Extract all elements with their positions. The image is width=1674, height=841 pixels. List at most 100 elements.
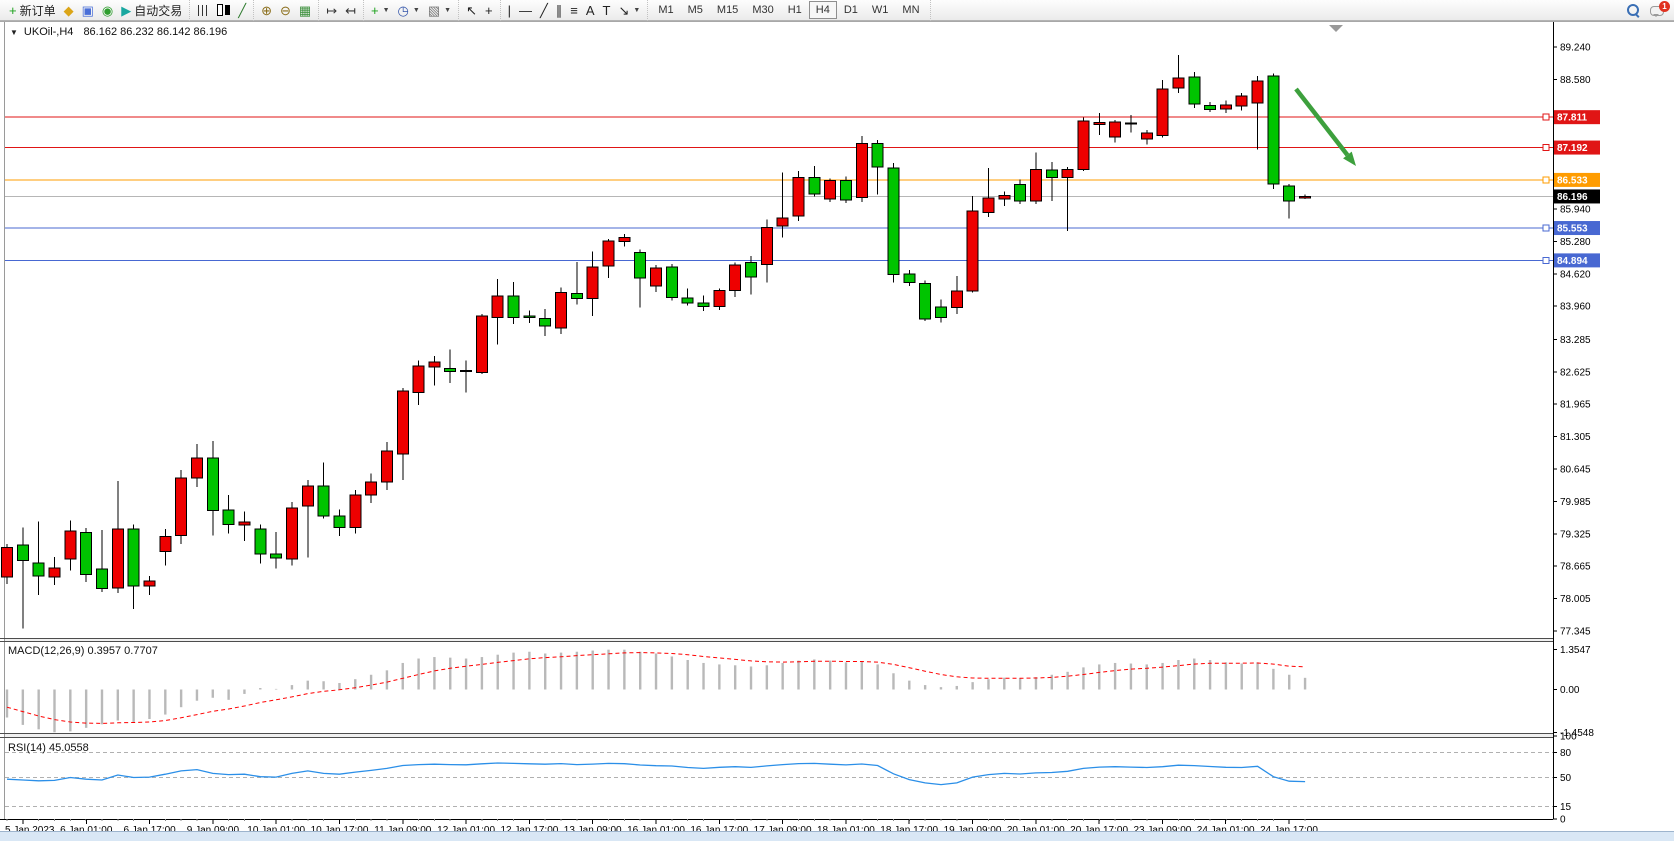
macd-panel: 1.35470.00-1.4548 bbox=[6, 645, 1595, 739]
svg-text:1.3547: 1.3547 bbox=[1560, 645, 1591, 656]
timeframe-m1[interactable]: M1 bbox=[651, 1, 680, 19]
cursor-button[interactable]: ↖ bbox=[462, 1, 481, 20]
timeframe-mn[interactable]: MN bbox=[895, 1, 926, 19]
chart-shift-button[interactable]: ↤ bbox=[341, 1, 360, 20]
line-chart-button[interactable]: ╱ bbox=[234, 1, 250, 20]
zoom-in-button[interactable]: ⊕ bbox=[257, 1, 276, 20]
zoom-out-icon: ⊖ bbox=[280, 4, 291, 17]
timeframe-m30[interactable]: M30 bbox=[745, 1, 780, 19]
chart-shift-icon: ↤ bbox=[345, 4, 356, 17]
svg-text:15: 15 bbox=[1560, 802, 1572, 813]
toolbar-group: ↦↤ bbox=[319, 0, 364, 21]
rsi-label: RSI(14) 45.0558 bbox=[8, 742, 89, 754]
timeframe-m5[interactable]: M5 bbox=[681, 1, 710, 19]
svg-text:81.965: 81.965 bbox=[1560, 400, 1591, 411]
strategy-tester-icon: ◉ bbox=[102, 4, 113, 17]
toolbar-group: | — ╱∥≡ AT ↘▼ bbox=[501, 0, 649, 21]
svg-text:83.285: 83.285 bbox=[1560, 335, 1591, 346]
timeframe-w1[interactable]: W1 bbox=[865, 1, 896, 19]
toolbar-group: +▼◷▼▧▼ bbox=[364, 0, 459, 21]
chart-shift-marker[interactable] bbox=[1329, 25, 1343, 32]
horizontal-line-button[interactable]: — bbox=[515, 1, 536, 20]
chevron-down-icon[interactable]: ▼ bbox=[413, 7, 420, 14]
auto-scroll-button[interactable]: ↦ bbox=[322, 1, 341, 20]
zoom-in-icon: ⊕ bbox=[261, 4, 272, 17]
new-order-icon: + bbox=[9, 4, 17, 17]
chart-window: 89.24088.58085.94085.28084.62083.96083.2… bbox=[0, 21, 1674, 831]
auto-scroll-icon: ↦ bbox=[326, 4, 337, 17]
chart-title: ▼ UKOil-,H4 86.162 86.232 86.142 86.196 bbox=[10, 26, 227, 38]
indicators-icon: + bbox=[371, 4, 379, 17]
svg-text:89.240: 89.240 bbox=[1560, 43, 1591, 54]
svg-text:88.580: 88.580 bbox=[1560, 75, 1591, 86]
price-axis: 89.24088.58085.94085.28084.62083.96083.2… bbox=[1553, 43, 1600, 638]
crosshair-icon: + bbox=[485, 4, 493, 17]
toolbar-right: 1 bbox=[1627, 4, 1674, 17]
timeframe-h1[interactable]: H1 bbox=[781, 1, 809, 19]
vertical-line-icon: | bbox=[508, 4, 511, 17]
text-label-button[interactable]: T bbox=[599, 1, 615, 20]
tile-windows-icon: ▦ bbox=[299, 4, 311, 17]
crosshair-button[interactable]: + bbox=[481, 1, 497, 20]
autotrading-button[interactable]: ▶自动交易 bbox=[117, 1, 186, 20]
panel-frame bbox=[0, 22, 1554, 820]
templates-button[interactable]: ▧▼ bbox=[424, 1, 455, 20]
terminal-icon: ▣ bbox=[82, 4, 94, 17]
timeframe-d1[interactable]: D1 bbox=[837, 1, 865, 19]
chevron-down-icon[interactable]: ▼ bbox=[633, 7, 640, 14]
svg-text:87.192: 87.192 bbox=[1557, 143, 1588, 154]
timeframe-group: M1M5M15M30H1H4D1W1MN bbox=[648, 0, 930, 21]
indicators-button[interactable]: +▼ bbox=[367, 1, 394, 20]
toolbar-group: ↖+ bbox=[459, 0, 501, 21]
svg-text:79.325: 79.325 bbox=[1560, 529, 1591, 540]
svg-text:80.645: 80.645 bbox=[1560, 465, 1591, 476]
chevron-down-icon[interactable]: ▼ bbox=[383, 7, 390, 14]
horizontal-line-icon: — bbox=[519, 4, 532, 17]
text-button[interactable]: A bbox=[582, 1, 599, 20]
notifications-icon[interactable]: 1 bbox=[1650, 4, 1666, 16]
trendline-button[interactable]: ╱ bbox=[536, 1, 552, 20]
notification-badge: 1 bbox=[1659, 1, 1670, 12]
metaeditor-button[interactable]: ◆ bbox=[60, 1, 78, 20]
metaeditor-icon: ◆ bbox=[64, 4, 74, 17]
status-bar bbox=[0, 831, 1674, 841]
bar-chart-icon bbox=[197, 5, 209, 16]
strategy-tester-button[interactable]: ◉ bbox=[98, 1, 117, 20]
new-order-button[interactable]: +新订单 bbox=[5, 1, 60, 20]
svg-text:78.665: 78.665 bbox=[1560, 562, 1591, 573]
svg-text:87.811: 87.811 bbox=[1557, 113, 1587, 124]
candlestick-chart-button[interactable] bbox=[213, 1, 234, 20]
line-chart-icon: ╱ bbox=[238, 4, 246, 17]
fibonacci-button[interactable]: ≡ bbox=[566, 1, 582, 20]
timeframe-m15[interactable]: M15 bbox=[710, 1, 745, 19]
svg-text:0.00: 0.00 bbox=[1560, 685, 1580, 696]
svg-text:80: 80 bbox=[1560, 748, 1572, 759]
svg-text:78.005: 78.005 bbox=[1560, 594, 1591, 605]
terminal-button[interactable]: ▣ bbox=[78, 1, 98, 20]
equidistant-channel-button[interactable]: ∥ bbox=[552, 1, 567, 20]
toolbar: +新订单◆▣◉▶自动交易╱⊕⊖▦↦↤+▼◷▼▧▼↖+|—╱∥≡AT↘▼M1M5M… bbox=[0, 0, 1674, 21]
toolbar-group: ⊕ ⊖ ▦ bbox=[254, 0, 319, 21]
bar-chart-button[interactable] bbox=[193, 1, 213, 20]
chart-title-dropdown-icon[interactable]: ▼ bbox=[10, 28, 18, 37]
text-icon: A bbox=[586, 4, 595, 17]
svg-text:79.985: 79.985 bbox=[1560, 497, 1591, 508]
tile-windows-button[interactable]: ▦ bbox=[295, 1, 315, 20]
trend-arrow-annotation[interactable] bbox=[1296, 89, 1356, 166]
periods-button[interactable]: ◷▼ bbox=[394, 1, 424, 20]
chart-symbol-period: UKOil-,H4 bbox=[24, 26, 74, 38]
chart-ohlc-readout: 86.162 86.232 86.142 86.196 bbox=[83, 26, 227, 38]
svg-text:83.960: 83.960 bbox=[1560, 302, 1591, 313]
arrows-button[interactable]: ↘▼ bbox=[615, 1, 645, 20]
svg-text:85.940: 85.940 bbox=[1560, 205, 1591, 216]
macd-label: MACD(12,26,9) 0.3957 0.7707 bbox=[8, 645, 158, 657]
search-icon[interactable] bbox=[1627, 4, 1640, 17]
vertical-line-button[interactable]: | bbox=[504, 1, 515, 20]
zoom-out-button[interactable]: ⊖ bbox=[276, 1, 295, 20]
timeframe-h4[interactable]: H4 bbox=[809, 1, 837, 19]
horizontal-lines[interactable] bbox=[5, 114, 1553, 263]
svg-text:82.625: 82.625 bbox=[1560, 367, 1591, 378]
text-label-icon: T bbox=[603, 4, 611, 17]
chevron-down-icon[interactable]: ▼ bbox=[444, 7, 451, 14]
rsi-panel: 1008050150 bbox=[5, 732, 1577, 826]
